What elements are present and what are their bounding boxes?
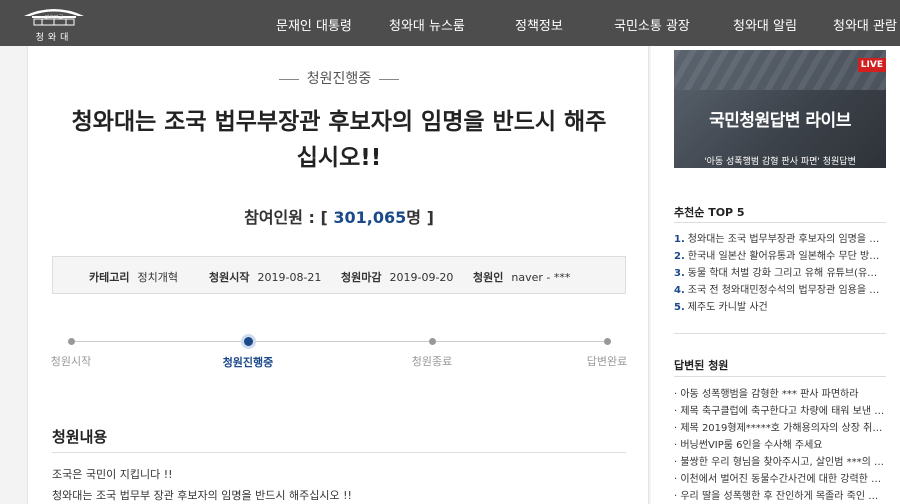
participants-number: 301,065 [333,208,407,227]
menu-item-president[interactable]: 문재인 대통령 [276,15,352,34]
top5-item[interactable]: 5. 제주도 카니발 사건 [674,298,886,313]
top5-rank: 2. [674,251,685,262]
banner-background-pattern [674,50,886,90]
step-label: 청원시작 [50,355,92,368]
step-in-progress: 청원진행중 [203,332,293,370]
top5-heading: 추천순 TOP 5 [674,206,745,219]
info-start: 청원시작 2019-08-21 [209,269,321,285]
participants-label: 참여인원 : [ [244,208,328,227]
step-start: 청원시작 [26,332,116,369]
menu-item-policy[interactable]: 정책정보 [515,15,563,34]
banner-title: 국민청원답변 라이브 [709,111,851,131]
top5-divider [674,222,886,223]
petition-title: 청와대는 조국 법무부장관 후보자의 임명을 반드시 해주십시오!! [71,109,607,171]
participants-unit: 명 ] [406,208,434,227]
info-end-value: 2019-09-20 [389,271,454,284]
top5-text: 제주도 카니발 사건 [687,302,768,313]
petition-detail: 청원진행중 청와대는 조국 법무부장관 후보자의 임명을 반드시 해주십시오!!… [27,46,649,504]
answered-heading: 답변된 청원 [674,359,729,372]
status-dash-right [379,78,400,80]
answered-item[interactable]: 우리 딸을 성폭행한 후 잔인하게 목졸라 죽인 극악무도한 살인범 [674,487,886,502]
live-badge: LIVE [857,58,886,72]
participants-count: 참여인원 : [ 301,065명 ] [28,204,650,228]
info-end-label: 청원마감 [341,271,382,284]
step-dot [67,338,75,345]
info-author-label: 청원인 [473,271,504,284]
step-label: 청원종료 [411,355,453,368]
step-closed: 청원종료 [387,332,477,369]
top5-item[interactable]: 2.한국내 일본산 활어유통과 일본해수 무단 방류, 무단 사용 금지 [674,247,886,262]
info-end: 청원마감 2019-09-20 [341,269,453,285]
menu-item-tour[interactable]: 청와대 관람 안내 [833,15,900,34]
answered-item[interactable]: 제목 축구클럽에 축구한다고 차량에 태워 보낸 아이가 사고로 숨졌습니다 [674,402,886,417]
cheongwadae-logo[interactable]: 대한민국 청와대 [20,4,88,43]
petition-info-box: 카테고리 정치개혁 청원시작 2019-08-21 청원마감 2019-09-20 청… [52,256,626,294]
step-dot [603,338,611,345]
menu-item-notice[interactable]: 청와대 알림 [733,15,797,34]
progress-steps: 청원시작 청원진행중 청원종료 답변완료 [51,332,627,372]
top5-text: 동물 학대 처벌 강화 그리고 유해 유튜브(유튜버 **** 처벌) [687,268,886,279]
step-label-active: 청원진행중 [222,356,274,369]
step-dot-active [243,337,253,346]
info-author-value: naver - *** [511,271,571,284]
info-category-value: 정치개혁 [137,271,178,284]
banner-caption: '아동 성폭행범 감형 판사 파면' 청원답변 [704,157,856,167]
step-dot [428,338,436,345]
content-line: 청와대는 조국 법무부 장관 후보자의 임명을 반드시 해주십시오 !! [52,489,352,502]
status-text: 청원진행중 [306,71,372,87]
info-start-label: 청원시작 [209,271,250,284]
top5-rank: 3. [674,268,685,279]
top-navigation: 대한민국 청와대 문재인 대통령 청와대 뉴스룸 정책정보 국민소통 광장 청와… [0,0,900,46]
live-answer-banner[interactable]: LIVE 국민청원답변 라이브 '아동 성폭행범 감형 판사 파면' 청원답변 [674,50,886,168]
top5-text: 청와대는 조국 법무부장관 후보자의 임명을 반드시 해주십시오!! [687,234,886,245]
logo-name: 청와대 [35,33,73,43]
info-start-value: 2019-08-21 [257,271,322,284]
answered-divider [674,376,886,377]
petition-status: 청원진행중 [28,68,650,88]
info-category-label: 카테고리 [89,271,130,284]
info-author: 청원인 naver - *** [473,269,570,285]
sidebar: LIVE 국민청원답변 라이브 '아동 성폭행범 감형 판사 파면' 청원답변 … [651,46,900,504]
step-answered: 답변완료 [562,332,652,369]
top5-rank: 1. [674,234,685,245]
steps-line [70,341,608,342]
status-dash-left [278,78,299,80]
content-line: 조국은 국민이 지킵니다 !! [52,468,173,481]
menu-item-newsroom[interactable]: 청와대 뉴스룸 [389,15,465,34]
top5-item[interactable]: 3.동물 학대 처벌 강화 그리고 유해 유튜브(유튜버 **** 처벌) [674,264,886,279]
content-divider [52,452,626,453]
top5-item[interactable]: 4.조국 전 청와대민정수석의 법무장관 임용을 반대합니다 [674,281,886,296]
answered-item[interactable]: 버닝썬VIP룸 6인을 수사해 주세요 [674,436,886,451]
top5-text: 한국내 일본산 활어유통과 일본해수 무단 방류, 무단 사용 금지 [687,251,886,262]
step-label: 답변완료 [586,355,628,368]
answered-item[interactable]: 제목 2019형제*****호 가해용의자의 상장 취소 및 신상공개 [674,419,886,434]
answered-item[interactable]: 아동 성폭행범을 감형한 *** 판사 파면하라 [674,385,886,400]
logo-subtitle: 대한민국 [44,15,64,21]
top5-text: 조국 전 청와대민정수석의 법무장관 임용을 반대합니다 [687,285,886,296]
top5-item[interactable]: 1.청와대는 조국 법무부장관 후보자의 임명을 반드시 해주십시오!! [674,230,886,245]
top5-rank: 5. [674,302,685,313]
top5-rank: 4. [674,285,685,296]
info-category: 카테고리 정치개혁 [89,269,178,285]
answered-item[interactable]: 이천에서 벌어진 동물수간사건에 대한 강력한 처벌을 요구합니다 [674,470,886,485]
top5-bottom-divider [674,333,886,334]
menu-item-communication[interactable]: 국민소통 광장 [614,15,690,34]
answered-item[interactable]: 불쌍한 우리 형님을 찾아주시고, 살인범 ***의 사형을 요청합니다 [674,453,886,468]
roof-emblem-icon: 대한민국 [22,4,86,28]
content-heading: 청원내용 [52,428,108,446]
